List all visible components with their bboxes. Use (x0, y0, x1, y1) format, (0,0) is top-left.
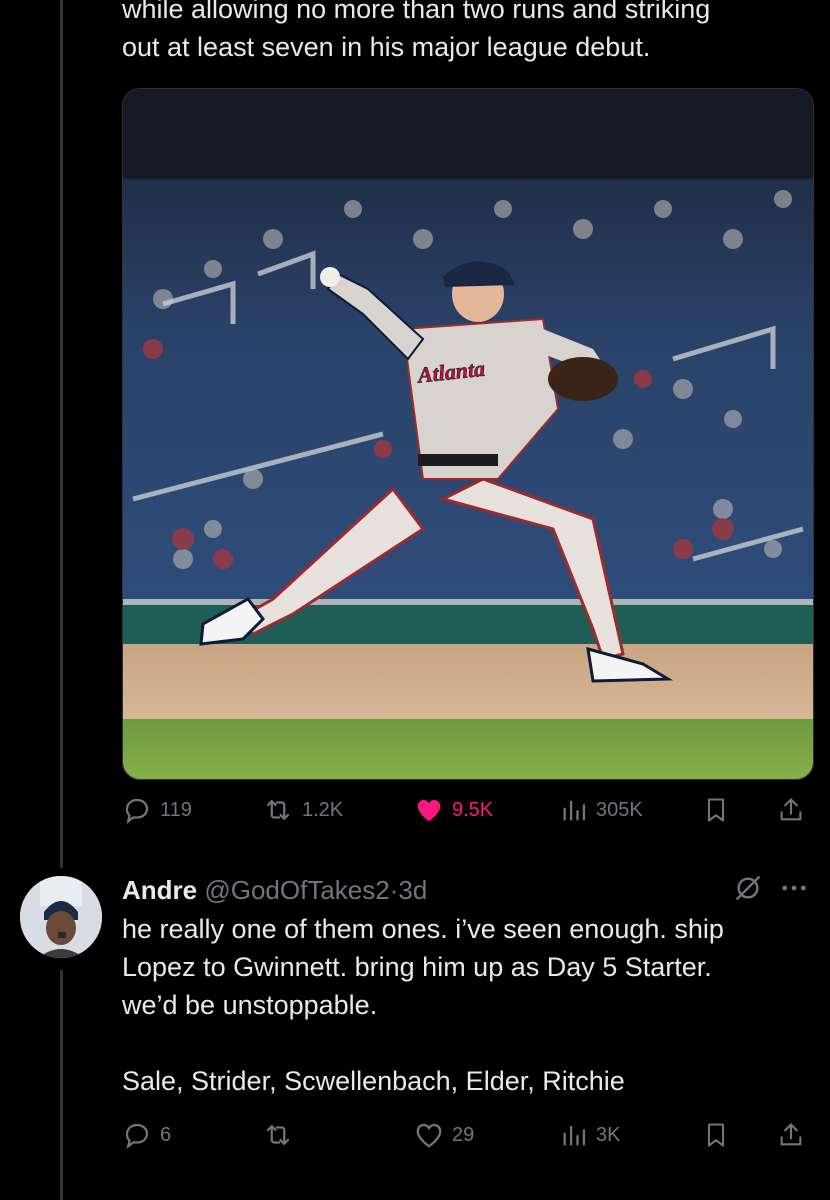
reply-text-line: we’d be unstoppable. (122, 990, 378, 1020)
more-icon[interactable] (778, 872, 810, 904)
repost-icon (266, 1125, 290, 1145)
reply-text-line: Lopez to Gwinnett. bring him up as Day 5… (122, 952, 712, 982)
repost-button[interactable]: 1.2K (262, 790, 343, 830)
share-icon (780, 798, 802, 821)
reply-share-button[interactable] (777, 1115, 805, 1155)
tweet-text-line: out at least seven in his major league d… (122, 32, 651, 62)
repost-count: 1.2K (302, 798, 344, 821)
bookmark-icon (707, 1123, 725, 1147)
reply-like-count: 29 (452, 1123, 475, 1146)
share-icon (780, 1123, 802, 1146)
views-button[interactable]: 305K (560, 790, 643, 830)
tweet-photo[interactable]: Atlanta (122, 88, 814, 780)
views-count: 305K (596, 798, 643, 821)
like-button[interactable]: 9.5K (414, 790, 493, 830)
reply-like-button[interactable]: 29 (414, 1115, 474, 1155)
reply-views-button[interactable]: 3K (560, 1115, 620, 1155)
reply-bookmark-button[interactable] (702, 1115, 730, 1155)
reply-views-count: 3K (596, 1123, 621, 1146)
reply-text-line: Sale, Strider, Scwellenbach, Elder, Ritc… (122, 1066, 625, 1096)
reply-button[interactable]: 119 (122, 790, 192, 830)
tweet-text: while allowing no more than two runs and… (122, 0, 812, 66)
avatar[interactable] (20, 876, 102, 958)
avatar-image (20, 876, 102, 958)
tweet-text-line: while allowing no more than two runs and… (122, 0, 711, 24)
reply-reply-count: 6 (160, 1123, 172, 1146)
views-icon (563, 1125, 586, 1146)
heart-icon (417, 800, 441, 822)
reply-count: 119 (160, 798, 192, 821)
heart-icon (416, 1123, 442, 1148)
reply-icon (125, 1123, 149, 1149)
reply-reply-button[interactable]: 6 (122, 1115, 171, 1155)
thread-line-reply (60, 970, 63, 1200)
pitcher-photo: Atlanta (123, 89, 813, 779)
reply-author-name[interactable]: Andre (122, 875, 197, 905)
reply-author-handle[interactable]: @GodOfTakes2 (204, 875, 389, 905)
reply-icon (125, 798, 149, 824)
bookmark-button[interactable] (702, 790, 730, 830)
thread-line (60, 0, 63, 868)
like-count: 9.5K (452, 798, 494, 821)
bookmark-icon (707, 798, 725, 822)
grok-icon[interactable] (732, 872, 764, 904)
repost-icon (266, 800, 290, 820)
share-button[interactable] (777, 790, 805, 830)
reply-text-line: he really one of them ones. i’ve seen en… (122, 914, 724, 944)
reply-timestamp[interactable]: 3d (398, 875, 427, 905)
reply-header: Andre @GodOfTakes2·3d (122, 870, 812, 910)
reply-actions: 6 29 3K (122, 1115, 812, 1155)
tweet-actions: 119 1.2K 9.5K 305K (122, 790, 812, 830)
views-icon (563, 800, 586, 821)
reply-repost-button[interactable] (262, 1115, 302, 1155)
reply-text: he really one of them ones. i’ve seen en… (122, 910, 812, 1100)
